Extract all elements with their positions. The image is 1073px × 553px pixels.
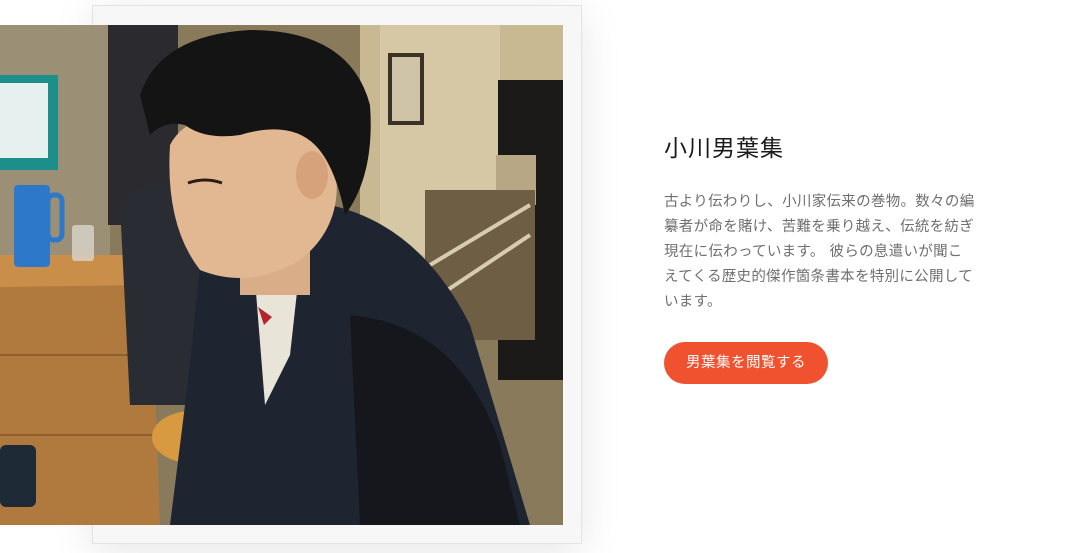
section-description: 古より伝わりし、小川家伝来の巻物。数々の編纂者が命を賭け、苦難を乗り越え、伝統を… [664, 194, 975, 310]
section-title: 小川男葉集 [664, 136, 784, 162]
feature-section: 小川男葉集 古より伝わりし、小川家伝来の巻物。数々の編纂者が命を賭け、苦難を乗り… [0, 0, 1073, 553]
feature-photo [0, 25, 563, 525]
photo-illustration [0, 25, 563, 525]
view-collection-button[interactable]: 男葉集を閲覧する [664, 342, 828, 384]
feature-content: 小川男葉集 古より伝わりし、小川家伝来の巻物。数々の編纂者が命を賭け、苦難を乗り… [664, 134, 984, 384]
